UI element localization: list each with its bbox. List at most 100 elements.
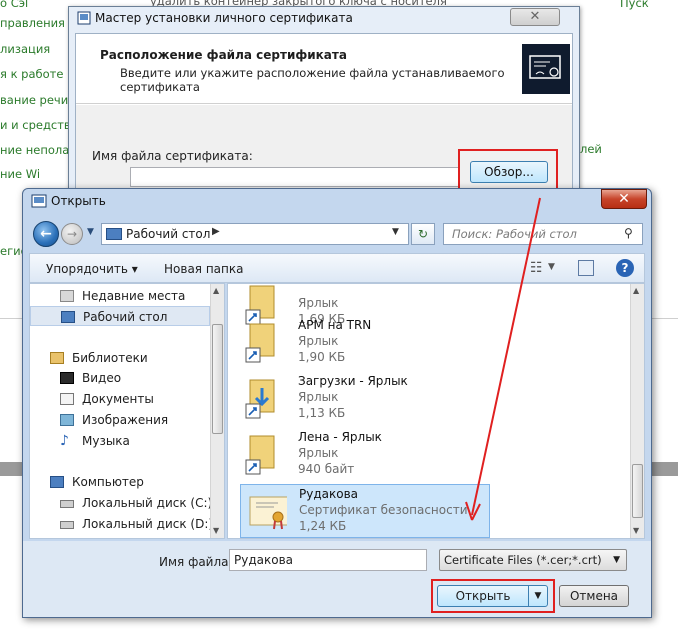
nav-label: Библиотеки [72, 351, 148, 365]
bg-link-right[interactable]: лей [580, 142, 602, 156]
cert-file-input[interactable] [130, 167, 460, 187]
music-icon: ♪ [60, 433, 69, 449]
bg-link[interactable]: ние Wi [0, 167, 40, 181]
search-icon: ⚲ [624, 226, 633, 240]
scroll-down-icon[interactable]: ▼ [633, 526, 639, 535]
filename-label: Имя файла: [159, 555, 233, 569]
nav-item-desktop[interactable]: Рабочий стол [30, 306, 210, 326]
back-button[interactable]: ← [33, 221, 59, 247]
view-dropdown-icon[interactable]: ▼ [548, 262, 555, 272]
folder-shortcut-icon [245, 435, 275, 475]
nav-scrollbar[interactable]: ▲ ▼ [210, 284, 224, 538]
libraries-icon [50, 352, 64, 364]
nav-label: Видео [82, 371, 122, 385]
address-dropdown-icon[interactable]: ▼ [392, 227, 399, 237]
nav-item-music[interactable]: ♪ Музыка [30, 431, 210, 451]
bg-link[interactable]: вание речи [0, 93, 68, 107]
desktop-icon [106, 228, 122, 240]
open-file-dialog: Открыть ✕ ← → ▼ Рабочий стол ▶ ▼ ↻ Поиск… [22, 188, 652, 618]
nav-label: Локальный диск (D:) [82, 517, 214, 531]
cert-file-label: Имя файла сертификата: [92, 149, 253, 163]
file-type-filter[interactable]: Certificate Files (*.cer;*.crt) ▼ [439, 549, 627, 571]
wizard-app-icon [77, 11, 91, 25]
forward-button[interactable]: → [61, 223, 83, 245]
file-name: Загрузки - Ярлык [298, 374, 408, 388]
folder-shortcut-icon [245, 323, 275, 363]
forward-arrow-icon: → [66, 227, 78, 241]
downloads-shortcut-icon [245, 379, 275, 419]
file-size: 1,90 КБ [298, 350, 346, 364]
nav-scroll-thumb[interactable] [212, 324, 223, 434]
bg-link[interactable]: правления Р [0, 16, 76, 30]
nav-label: Изображения [82, 413, 169, 427]
nav-label: Документы [82, 392, 154, 406]
file-item[interactable]: АРМ на TRN Ярлык 1,90 КБ [240, 316, 490, 370]
nav-label: Компьютер [72, 475, 144, 489]
navigation-pane: Недавние места Рабочий стол Библиотеки В… [29, 283, 225, 539]
wizard-subheading: Введите или укажите расположение файла у… [120, 66, 505, 94]
dialog-toolbar: Упорядочить ▾ Новая папка ☷ ▼ ? [29, 253, 645, 283]
file-size: 1,24 КБ [299, 519, 347, 533]
nav-item-disk-d[interactable]: Локальный диск (D:) [30, 514, 214, 534]
scroll-up-icon[interactable]: ▲ [213, 286, 219, 295]
file-list: Ярлык 1,69 КБ АРМ на TRN Ярлык 1,90 КБ З… [227, 283, 645, 539]
search-input[interactable]: Поиск: Рабочий стол ⚲ [443, 223, 643, 245]
wizard-header: Расположение файла сертификата Введите и… [76, 34, 572, 104]
breadcrumb-chevron-icon[interactable]: ▶ [212, 226, 220, 237]
scroll-up-icon[interactable]: ▲ [633, 286, 639, 295]
address-bar[interactable]: Рабочий стол ▶ ▼ [101, 223, 409, 245]
nav-item-libraries[interactable]: Библиотеки [30, 348, 210, 368]
organize-button[interactable]: Упорядочить ▾ [46, 262, 138, 276]
new-folder-button[interactable]: Новая папка [164, 262, 243, 276]
open-button[interactable]: Открыть [437, 585, 529, 607]
wizard-close-button[interactable]: ✕ [510, 8, 560, 26]
nav-label: Музыка [82, 434, 130, 448]
back-arrow-icon: ← [40, 226, 52, 242]
file-size: 1,13 КБ [298, 406, 346, 420]
nav-item-images[interactable]: Изображения [30, 410, 210, 430]
bg-link[interactable]: лизация [0, 42, 50, 56]
file-list-scrollbar[interactable]: ▲ ▼ [630, 284, 644, 538]
file-size: 940 байт [298, 462, 355, 476]
filename-input[interactable]: Рудакова [229, 549, 427, 571]
file-item-selected[interactable]: Рудакова Сертификат безопасности 1,24 КБ [240, 484, 490, 538]
open-dropdown-button[interactable]: ▼ [528, 585, 548, 607]
video-icon [60, 372, 74, 384]
nav-item-video[interactable]: Видео [30, 368, 210, 388]
file-name: Лена - Ярлык [298, 430, 382, 444]
file-type: Ярлык [298, 446, 339, 460]
documents-icon [60, 393, 74, 405]
chevron-down-icon: ▼ [613, 555, 620, 565]
file-type: Сертификат безопасности [299, 503, 468, 517]
dialog-app-icon [31, 194, 47, 208]
file-list-scroll-thumb[interactable] [632, 464, 643, 518]
disk-icon [60, 521, 74, 529]
scroll-down-icon[interactable]: ▼ [213, 526, 219, 535]
filter-value: Certificate Files (*.cer;*.crt) [444, 553, 602, 567]
file-type: Ярлык [298, 296, 339, 310]
file-item[interactable]: Лена - Ярлык Ярлык 940 байт [240, 428, 490, 482]
nav-item-documents[interactable]: Документы [30, 389, 210, 409]
refresh-button[interactable]: ↻ [411, 223, 435, 245]
nav-item-computer[interactable]: Компьютер [30, 472, 210, 492]
file-type: Ярлык [298, 390, 339, 404]
help-icon[interactable]: ? [616, 259, 634, 277]
bg-link[interactable]: я к работе [0, 67, 63, 81]
wizard-title: Мастер установки личного сертификата [95, 11, 353, 25]
dialog-close-button[interactable]: ✕ [601, 189, 647, 209]
bg-start-link[interactable]: Пуск [620, 0, 649, 10]
dialog-title: Открыть [51, 194, 106, 208]
disk-icon [60, 500, 74, 508]
desktop-icon [61, 311, 75, 323]
history-dropdown-icon[interactable]: ▼ [87, 227, 94, 237]
certificate-icon [249, 496, 287, 530]
cancel-button[interactable]: Отмена [559, 585, 629, 607]
nav-label: Рабочий стол [83, 310, 168, 324]
preview-pane-icon[interactable] [578, 260, 594, 276]
file-item[interactable]: Загрузки - Ярлык Ярлык 1,13 КБ [240, 372, 490, 426]
bg-link[interactable]: о Сэl [0, 0, 28, 10]
view-options-icon[interactable]: ☷ [530, 260, 543, 276]
nav-item-disk-c[interactable]: Локальный диск (C:) [30, 493, 212, 513]
nav-item-recent[interactable]: Недавние места [30, 286, 210, 306]
browse-button[interactable]: Обзор... [470, 161, 548, 183]
